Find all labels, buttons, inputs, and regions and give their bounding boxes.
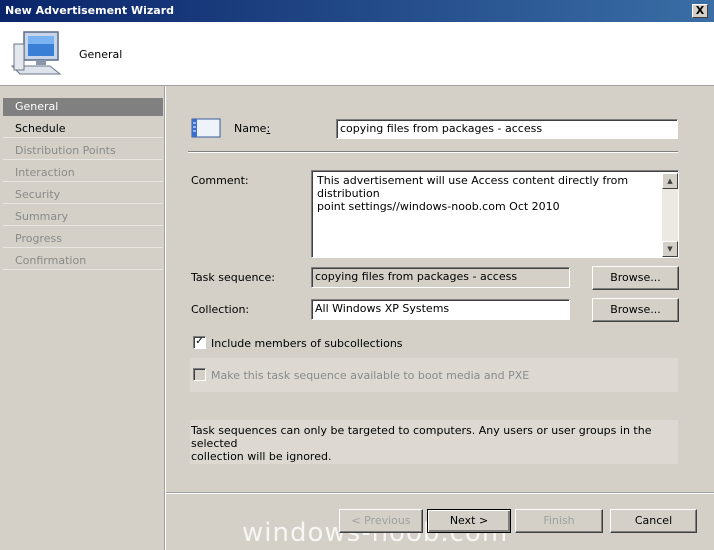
boot-media-row: Make this task sequence available to boo… xyxy=(193,366,529,386)
scroll-up-icon[interactable]: ▲ xyxy=(662,173,678,189)
name-label: Name: xyxy=(234,122,271,135)
comment-label: Comment: xyxy=(191,174,249,187)
boot-media-checkbox xyxy=(193,368,206,381)
comment-scrollbar[interactable]: ▲ ▼ xyxy=(662,173,678,257)
wizard-steps-sidebar: General Schedule Distribution Points Int… xyxy=(3,98,163,490)
sidebar-item-distribution-points: Distribution Points xyxy=(3,142,163,160)
comment-text: This advertisement will use Access conte… xyxy=(317,174,629,213)
advertisement-icon xyxy=(191,118,221,138)
info-text: Task sequences can only be targeted to c… xyxy=(191,424,652,463)
collection-input[interactable]: All Windows XP Systems xyxy=(311,299,570,320)
task-sequence-label: Task sequence: xyxy=(191,271,275,284)
sidebar-item-security: Security xyxy=(3,186,163,204)
previous-button[interactable]: < Previous xyxy=(339,509,423,533)
sidebar-item-summary: Summary xyxy=(3,208,163,226)
title-bar: New Advertisement Wizard X xyxy=(0,0,714,22)
collection-label: Collection: xyxy=(191,303,250,316)
include-subcollections-label: Include members of subcollections xyxy=(211,337,403,350)
name-input[interactable]: copying files from packages - access xyxy=(336,119,678,139)
boot-media-label: Make this task sequence available to boo… xyxy=(211,369,530,382)
form-separator xyxy=(188,151,678,153)
sidebar-item-interaction: Interaction xyxy=(3,164,163,182)
window-title: New Advertisement Wizard xyxy=(5,4,175,17)
page-title: General xyxy=(79,48,123,61)
include-subcollections-checkbox[interactable]: ✓ xyxy=(193,336,206,349)
sidebar-item-confirmation: Confirmation xyxy=(3,252,163,270)
comment-textarea[interactable]: This advertisement will use Access conte… xyxy=(311,170,679,258)
scroll-down-icon[interactable]: ▼ xyxy=(662,241,678,257)
next-button[interactable]: Next > xyxy=(427,509,511,533)
wizard-header: General xyxy=(0,22,714,86)
browse-collection-button[interactable]: Browse... xyxy=(592,298,679,322)
sidebar-item-schedule[interactable]: Schedule xyxy=(3,120,163,138)
footer-separator xyxy=(166,492,714,494)
sidebar-divider xyxy=(164,86,166,550)
finish-button[interactable]: Finish xyxy=(515,509,603,533)
browse-task-sequence-button[interactable]: Browse... xyxy=(592,266,679,290)
close-button[interactable]: X xyxy=(692,4,708,18)
cancel-button[interactable]: Cancel xyxy=(610,509,697,533)
include-subcollections-row[interactable]: ✓ Include members of subcollections xyxy=(193,334,403,354)
computer-monitor-icon xyxy=(10,31,62,75)
sidebar-item-general[interactable]: General xyxy=(3,98,163,116)
task-sequence-field: copying files from packages - access xyxy=(311,267,570,288)
sidebar-item-progress: Progress xyxy=(3,230,163,248)
